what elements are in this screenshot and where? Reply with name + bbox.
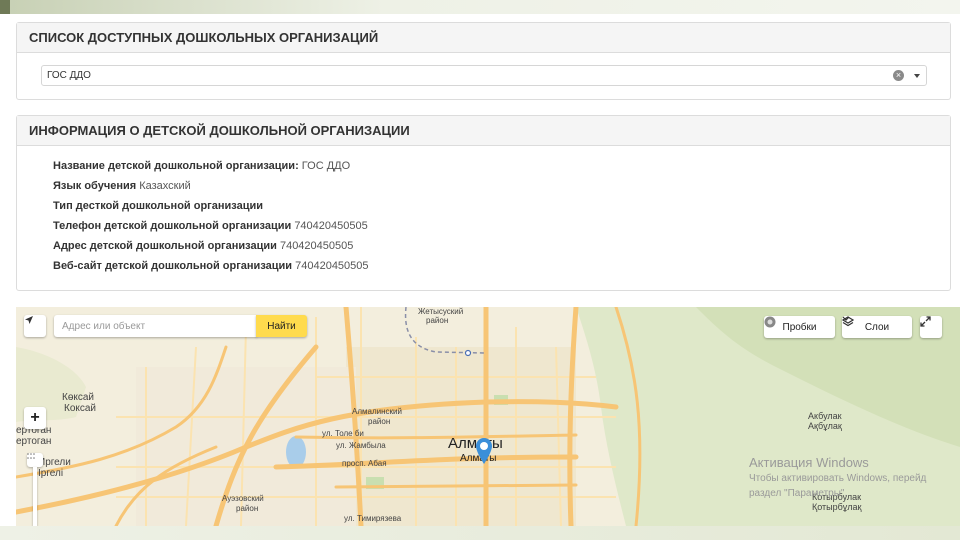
map-label-akbulak: Акбулак [808,411,842,421]
zoom-slider-track[interactable] [33,467,37,526]
traffic-label: Пробки [782,321,817,333]
windows-activation-line2: раздел "Параметры". [749,488,848,499]
fullscreen-button[interactable] [920,316,942,338]
info-row-name: Название детской дошкольной организации:… [53,156,369,176]
preschool-select-value: ГОС ДДО [47,70,91,81]
navigation-arrow-icon [25,316,33,324]
slide-frame-accent [0,0,10,14]
zoom-slider-handle[interactable] [27,453,43,467]
geolocation-button[interactable] [24,315,46,337]
map-label-almaly-rayon: район [368,417,391,426]
windows-activation-title: Активация Windows [749,455,869,470]
info-label: Телефон детской дошкольной организации [53,220,292,232]
slide-frame-bottom [0,526,960,540]
map-label-tole-bi: ул. Толе би [322,429,364,438]
map-label-zhambyla: ул. Жамбыла [336,441,386,450]
info-value: ГОС ДДО [301,160,351,172]
map-label-zhetysu: Жетысуский [418,307,464,316]
zoom-in-button[interactable]: + [24,407,46,429]
layers-button[interactable]: Слои [842,316,912,338]
info-row-phone: Телефон детской дошкольной организации 7… [53,216,369,236]
map-label-auezov: Ауэзовский [222,494,264,503]
info-value: 740420450505 [295,260,369,272]
preschool-info-panel: ИНФОРМАЦИЯ О ДЕТСКОЙ ДОШКОЛЬНОЙ ОРГАНИЗА… [16,115,951,291]
info-label: Адрес детской дошкольной организации [53,240,277,252]
chevron-down-icon[interactable] [914,74,920,78]
map-label-koksai: Көксай [62,392,95,403]
info-row-address: Адрес детской дошкольной организации 740… [53,236,369,256]
info-label: Веб-сайт детской дошкольной организации [53,260,293,272]
info-value: 740420450505 [294,220,368,232]
map-label-abaya: просп. Абая [342,459,387,468]
preschool-select[interactable]: ГОС ДДО × [41,65,927,86]
info-value: Казахский [139,180,191,192]
page-content: СПИСОК ДОСТУПНЫХ ДОШКОЛЬНЫХ ОРГАНИЗАЦИЙ … [0,14,960,526]
map-label-irgeli2: Іргелі [38,468,64,479]
map-label-kotyrbulak2: Қотырбұлақ [812,502,862,512]
map-label-ertogan2: ертоган [16,436,52,447]
map-search-input[interactable] [54,315,257,337]
chevron-down-icon [842,316,850,321]
preschool-list-panel: СПИСОК ДОСТУПНЫХ ДОШКОЛЬНЫХ ОРГАНИЗАЦИЙ … [16,22,951,100]
slide-frame-top [0,0,960,14]
info-row-type: Тип десткой дошкольной организации [53,196,369,216]
map-label-timiryazeva: ул. Тимирязева [344,514,402,523]
info-label: Язык обучения [53,180,137,192]
map-find-button[interactable]: Найти [256,315,307,337]
expand-icon [920,316,931,327]
clear-icon[interactable]: × [893,70,904,81]
traffic-light-icon [764,316,776,328]
traffic-button[interactable]: Пробки [764,316,835,338]
info-label: Тип десткой дошкольной организации [53,200,263,212]
info-rows: Название детской дошкольной организации:… [53,156,369,276]
info-value: 740420450505 [279,240,354,252]
info-row-website: Веб-сайт детской дошкольной организации … [53,256,369,276]
map-label-almaly: Алмалинский [352,407,402,416]
map-label-akbulak2: Ақбұлақ [808,421,842,431]
map-view[interactable]: Жетысуский район Алмалинский район Ауэзо… [16,307,960,526]
grip-icon [27,453,35,459]
preschool-list-title: СПИСОК ДОСТУПНЫХ ДОШКОЛЬНЫХ ОРГАНИЗАЦИЙ [17,23,950,53]
windows-activation-line1: Чтобы активировать Windows, перейд [749,473,927,484]
map-label-auezov-rayon: район [236,504,259,513]
map-label-koksai2: Коксай [64,403,97,414]
info-row-language: Язык обучения Казахский [53,176,369,196]
location-pin-icon[interactable] [474,437,494,465]
layers-label: Слои [864,321,890,333]
map-label-zhetysu-rayon: район [426,316,449,325]
info-label: Название детской дошкольной организации: [53,160,299,172]
preschool-info-title: ИНФОРМАЦИЯ О ДЕТСКОЙ ДОШКОЛЬНОЙ ОРГАНИЗА… [17,116,950,146]
